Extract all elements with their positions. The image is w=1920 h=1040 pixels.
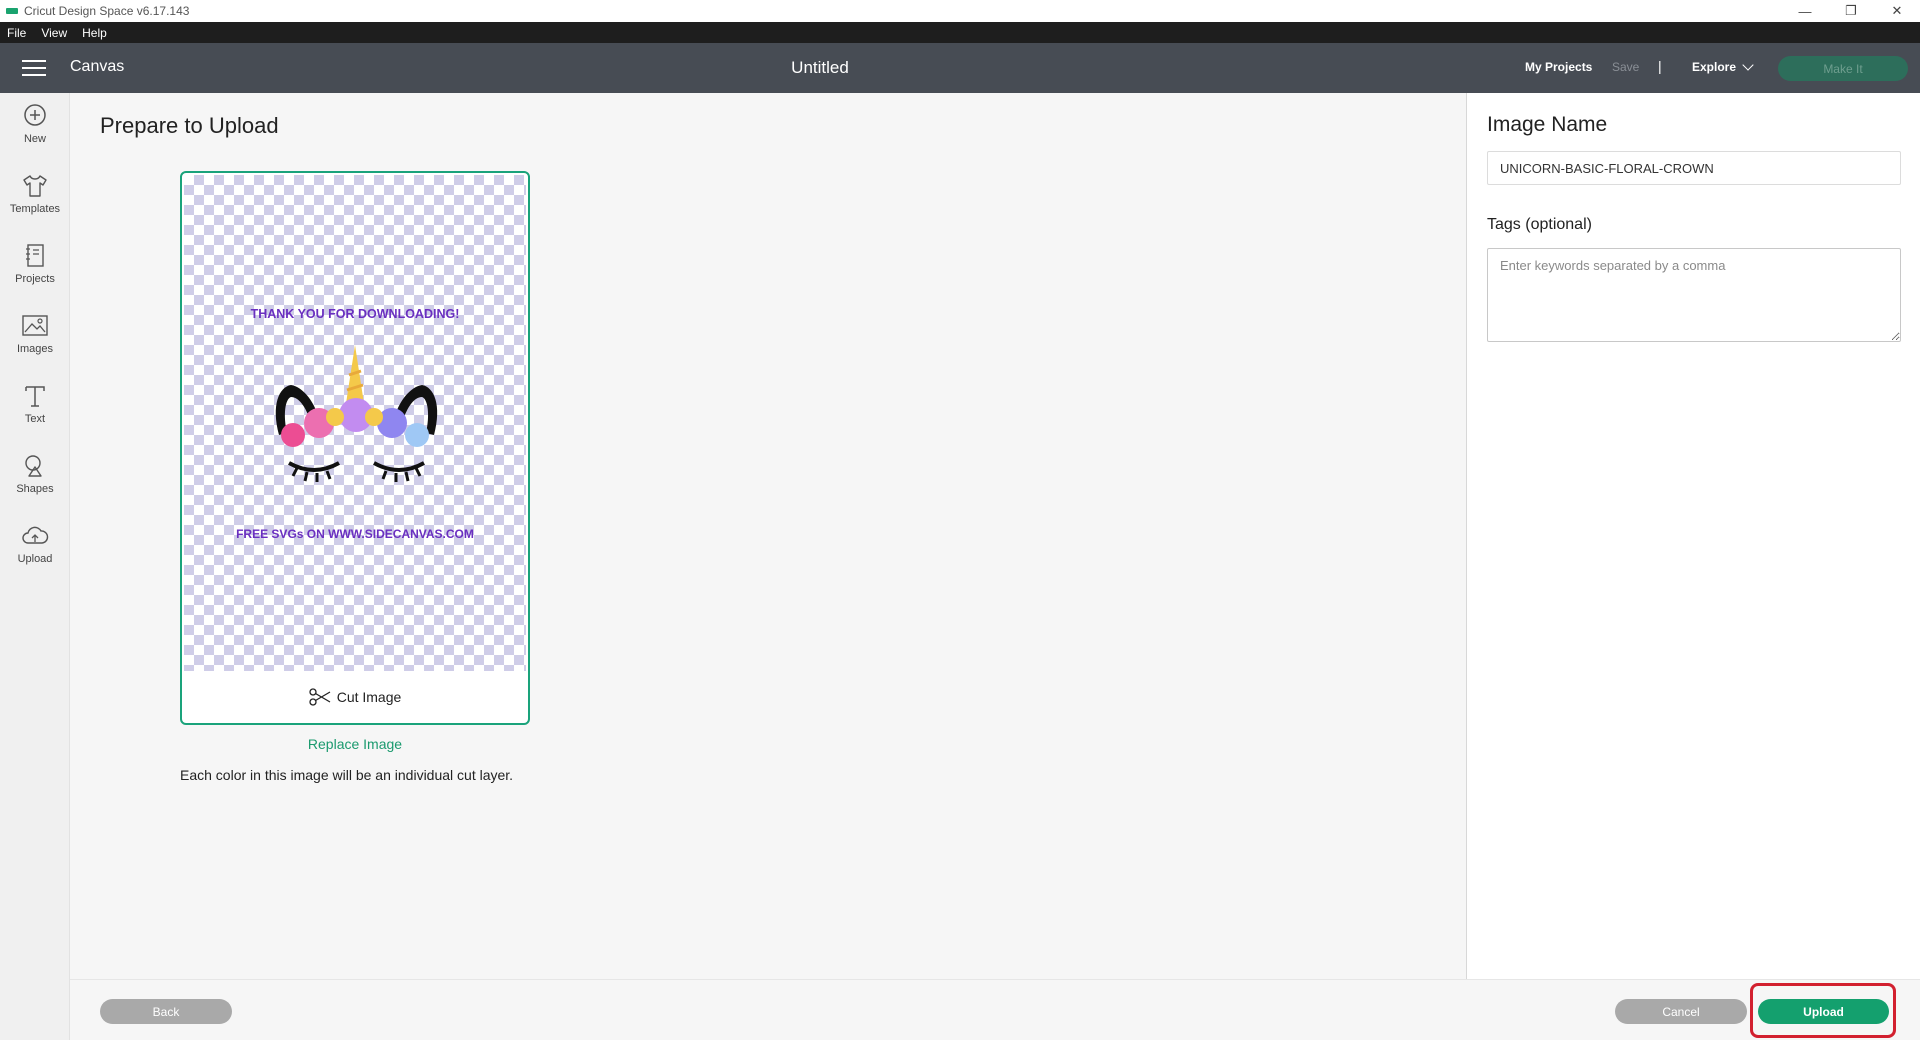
sidebar-item-label: New bbox=[23, 133, 46, 145]
sidebar-item-label: Images bbox=[16, 343, 54, 355]
sidebar-item-label: Templates bbox=[9, 203, 61, 215]
cut-image-option[interactable]: Cut Image bbox=[182, 671, 528, 723]
save-button[interactable]: Save bbox=[1612, 60, 1639, 74]
back-button[interactable]: Back bbox=[100, 999, 232, 1024]
sidebar-item-shapes[interactable]: Shapes bbox=[0, 451, 70, 511]
minimize-button[interactable]: — bbox=[1782, 0, 1828, 22]
my-projects-link[interactable]: My Projects bbox=[1525, 60, 1592, 74]
tshirt-icon bbox=[23, 175, 47, 197]
image-name-label: Image Name bbox=[1487, 113, 1608, 136]
tags-input[interactable] bbox=[1487, 248, 1901, 342]
notebook-icon bbox=[26, 244, 44, 267]
header-separator: | bbox=[1658, 58, 1662, 74]
image-details-panel: Image Name Tags (optional) bbox=[1466, 93, 1920, 979]
app-header: Canvas Untitled My Projects Save | Explo… bbox=[0, 43, 1920, 93]
restore-button[interactable]: ❐ bbox=[1828, 0, 1874, 22]
left-sidebar: New Templates Projects Images Text Shape… bbox=[0, 93, 70, 1040]
main-content: Prepare to Upload THANK YOU FOR DOWNLOAD… bbox=[70, 93, 1466, 979]
window-controls: — ❐ ✕ bbox=[1782, 0, 1920, 22]
image-preview-card: THANK YOU FOR DOWNLOADING! FREE SVGs ON … bbox=[180, 171, 530, 725]
tags-label: Tags (optional) bbox=[1487, 216, 1592, 233]
explore-label: Explore bbox=[1692, 60, 1737, 74]
menu-bar: File View Help bbox=[0, 22, 1920, 43]
make-it-button[interactable]: Make It bbox=[1778, 56, 1908, 81]
menu-file[interactable]: File bbox=[0, 26, 34, 40]
sidebar-item-label: Shapes bbox=[16, 483, 54, 495]
cut-image-label: Cut Image bbox=[336, 689, 402, 705]
transparency-background: THANK YOU FOR DOWNLOADING! FREE SVGs ON … bbox=[184, 175, 526, 671]
sidebar-item-text[interactable]: Text bbox=[0, 381, 70, 441]
plus-circle-icon bbox=[24, 104, 46, 126]
sidebar-item-templates[interactable]: Templates bbox=[0, 171, 70, 231]
sidebar-item-label: Upload bbox=[17, 553, 53, 565]
explore-dropdown[interactable]: Explore bbox=[1692, 59, 1754, 74]
menu-view[interactable]: View bbox=[34, 26, 75, 40]
sidebar-item-upload[interactable]: Upload bbox=[0, 521, 70, 581]
close-window-button[interactable]: ✕ bbox=[1874, 0, 1920, 22]
image-icon bbox=[22, 315, 48, 336]
document-title: Untitled bbox=[791, 58, 849, 77]
image-name-input[interactable] bbox=[1487, 151, 1901, 185]
sidebar-item-label: Text bbox=[24, 413, 46, 425]
menu-help[interactable]: Help bbox=[75, 26, 115, 40]
cut-layer-help-text: Each color in this image will be an indi… bbox=[180, 767, 514, 783]
art-top-text: THANK YOU FOR DOWNLOADING! bbox=[250, 307, 460, 321]
scissors-icon bbox=[309, 688, 331, 706]
cancel-button[interactable]: Cancel bbox=[1615, 999, 1747, 1024]
window-titlebar: Cricut Design Space v6.17.143 — ❐ ✕ bbox=[0, 0, 1920, 22]
upload-button[interactable]: Upload bbox=[1758, 999, 1889, 1024]
sidebar-item-new[interactable]: New bbox=[0, 101, 70, 161]
sidebar-item-images[interactable]: Images bbox=[0, 311, 70, 371]
footer-bar: Back Cancel Upload bbox=[70, 979, 1920, 1040]
art-bottom-text: FREE SVGs ON WWW.SIDECANVAS.COM bbox=[236, 527, 474, 541]
sidebar-item-projects[interactable]: Projects bbox=[0, 241, 70, 301]
text-icon bbox=[25, 386, 45, 407]
chevron-down-icon bbox=[1742, 59, 1754, 71]
replace-image-link[interactable]: Replace Image bbox=[180, 736, 530, 752]
unicorn-artwork bbox=[275, 345, 438, 482]
cloud-upload-icon bbox=[22, 526, 49, 544]
window-title: Cricut Design Space v6.17.143 bbox=[24, 4, 190, 18]
sidebar-item-label: Projects bbox=[15, 273, 55, 285]
shapes-icon bbox=[25, 455, 42, 477]
app-logo-icon bbox=[6, 8, 18, 14]
page-title: Prepare to Upload bbox=[100, 113, 279, 138]
